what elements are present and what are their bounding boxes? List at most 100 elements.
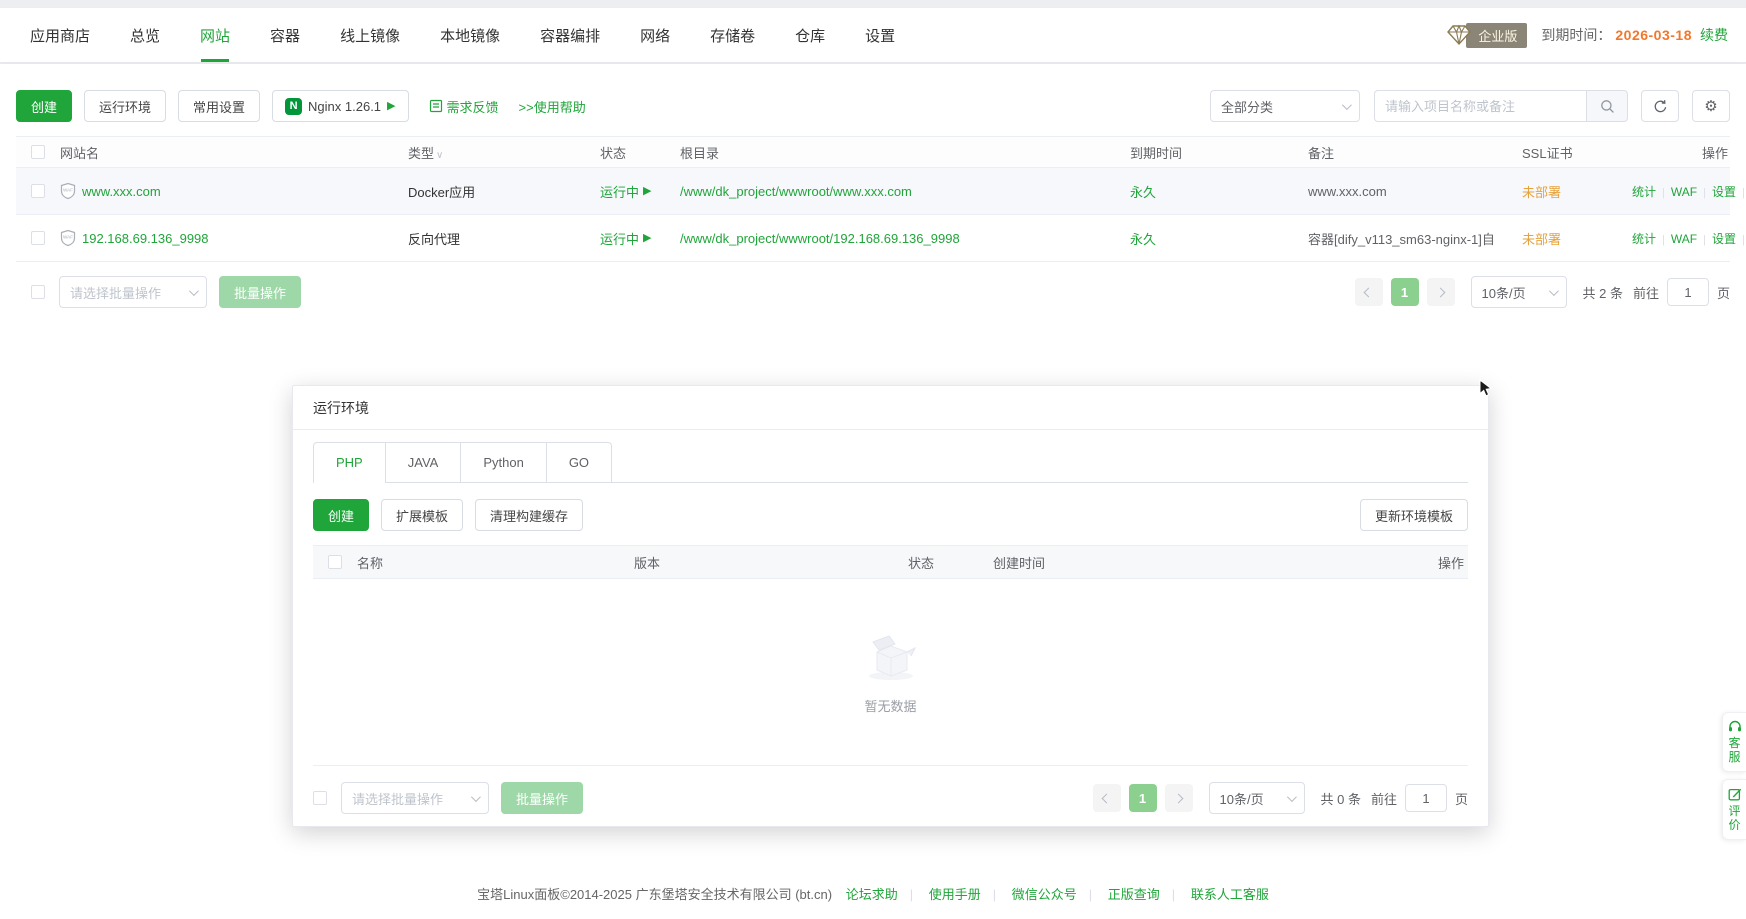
col-site-name: 网站名 [60,143,408,162]
footer-link-license-check[interactable]: 正版查询 [1108,884,1160,903]
webserver-label: Nginx 1.26.1 [308,99,381,114]
next-page-button[interactable] [1427,278,1455,306]
prev-page-button[interactable] [1093,784,1121,812]
chevron-left-icon [1364,287,1374,297]
modal-pagination: 1 10条/页 共 0 条 前往 页 [1093,782,1469,814]
action-settings[interactable]: 设置 [1712,232,1736,246]
category-filter-value: 全部分类 [1221,97,1273,116]
nav-item-local-images[interactable]: 本地镜像 [440,8,500,62]
ssl-status[interactable]: 未部署 [1522,229,1632,248]
nav-item-network[interactable]: 网络 [640,8,670,62]
site-expiry: 永久 [1130,182,1308,201]
site-root-link[interactable]: /www/dk_project/wwwroot/www.xxx.com [680,184,912,199]
nav-item-registry[interactable]: 仓库 [795,8,825,62]
nav-item-compose[interactable]: 容器编排 [540,8,600,62]
nav-item-container[interactable]: 容器 [270,8,300,62]
col-type[interactable]: 类型∨ [408,143,600,162]
batch-action-select[interactable]: 请选择批量操作 [59,276,207,308]
per-page-select[interactable]: 10条/页 [1471,276,1567,308]
site-table-header: 网站名 类型∨ 状态 根目录 到期时间 备注 SSL证书 操作 [16,136,1730,168]
env-table-header: 名称 版本 状态 创建时间 操作 [313,545,1468,579]
action-waf[interactable]: WAF [1671,185,1697,199]
env-batch-execute-button[interactable]: 批量操作 [501,782,583,814]
batch-select-all-checkbox[interactable] [31,285,45,299]
site-type: Docker应用 [408,182,600,201]
page-unit-label: 页 [1455,789,1468,808]
edition-badge: 企业版 [1466,23,1527,48]
clear-build-cache-button[interactable]: 清理构建缓存 [475,499,583,531]
site-status[interactable]: 运行中▶ [600,229,651,248]
expiry-date: 2026-03-18 [1615,27,1692,43]
row-checkbox[interactable] [31,231,45,245]
refresh-button[interactable] [1641,90,1679,122]
env-select-all-checkbox[interactable] [328,555,342,569]
nav-item-volumes[interactable]: 存储卷 [710,8,755,62]
site-expiry: 永久 [1130,229,1308,248]
col-env-status: 状态 [908,553,993,572]
modal-header: 运行环境 [293,386,1488,430]
nginx-logo-icon: N [285,98,302,115]
sort-caret-icon: ∨ [436,150,443,161]
batch-execute-button[interactable]: 批量操作 [219,276,301,308]
review-button[interactable]: 评价 [1722,779,1746,840]
action-settings[interactable]: 设置 [1712,185,1736,199]
nav-item-website[interactable]: 网站 [200,8,230,62]
chevron-down-icon [471,792,481,802]
goto-page-input[interactable] [1667,278,1709,306]
page-number-current[interactable]: 1 [1391,278,1419,306]
action-stats[interactable]: 统计 [1632,185,1656,199]
next-page-button[interactable] [1165,784,1193,812]
site-name-link[interactable]: www.xxx.com [82,184,161,199]
nav-item-settings[interactable]: 设置 [865,8,895,62]
search-input[interactable] [1374,90,1586,122]
prev-page-button[interactable] [1355,278,1383,306]
site-type: 反向代理 [408,229,600,248]
select-all-checkbox[interactable] [31,145,45,159]
gear-icon: ⚙ [1704,97,1717,115]
create-site-button[interactable]: 创建 [16,90,72,122]
category-filter-select[interactable]: 全部分类 [1210,90,1360,122]
create-env-button[interactable]: 创建 [313,499,369,531]
customer-service-button[interactable]: 客服 [1722,712,1746,772]
site-remark[interactable]: www.xxx.com [1308,184,1522,199]
renew-link[interactable]: 续费 [1700,25,1728,45]
action-waf[interactable]: WAF [1671,232,1697,246]
action-stats[interactable]: 统计 [1632,232,1656,246]
webserver-button[interactable]: N Nginx 1.26.1 ▶ [272,90,408,122]
nav-item-app-store[interactable]: 应用商店 [30,8,90,62]
env-batch-select-placeholder: 请选择批量操作 [352,789,443,808]
site-root-link[interactable]: /www/dk_project/wwwroot/192.168.69.136_9… [680,231,960,246]
row-checkbox[interactable] [31,184,45,198]
feedback-link[interactable]: 需求反馈 [429,97,499,116]
env-batch-select-all-checkbox[interactable] [313,791,327,805]
site-remark[interactable]: 容器[dify_v113_sm63-nginx-1]自 [1308,229,1522,248]
per-page-select[interactable]: 10条/页 [1209,782,1305,814]
common-settings-button[interactable]: 常用设置 [178,90,260,122]
footer-link-manual[interactable]: 使用手册 [929,884,981,903]
action-separator: | [1662,234,1665,246]
update-env-template-button[interactable]: 更新环境模板 [1360,499,1468,531]
extend-template-button[interactable]: 扩展模板 [381,499,463,531]
runtime-env-button[interactable]: 运行环境 [84,90,166,122]
footer-link-support[interactable]: 联系人工客服 [1191,884,1269,903]
tab-python[interactable]: Python [461,442,546,482]
footer-link-wechat[interactable]: 微信公众号 [1012,884,1077,903]
page-number-current[interactable]: 1 [1129,784,1157,812]
tab-java[interactable]: JAVA [386,442,462,482]
env-batch-action-select[interactable]: 请选择批量操作 [341,782,489,814]
ssl-status[interactable]: 未部署 [1522,182,1632,201]
table-settings-button[interactable]: ⚙ [1692,90,1730,122]
tab-php[interactable]: PHP [313,442,386,482]
floating-side-buttons: 客服 评价 [1722,712,1746,840]
nav-item-online-images[interactable]: 线上镜像 [340,8,400,62]
goto-page-input[interactable] [1405,784,1447,812]
site-status[interactable]: 运行中▶ [600,182,651,201]
empty-text: 暂无数据 [864,696,916,715]
help-link[interactable]: >>使用帮助 [519,97,586,116]
footer-link-forum[interactable]: 论坛求助 [846,884,898,903]
nav-item-overview[interactable]: 总览 [130,8,160,62]
runtime-env-modal: 运行环境 PHP JAVA Python GO 创建 扩展模板 清理构建缓存 更… [292,385,1489,827]
tab-go[interactable]: GO [547,442,612,482]
search-button[interactable] [1586,90,1628,122]
site-name-link[interactable]: 192.168.69.136_9998 [82,231,209,246]
